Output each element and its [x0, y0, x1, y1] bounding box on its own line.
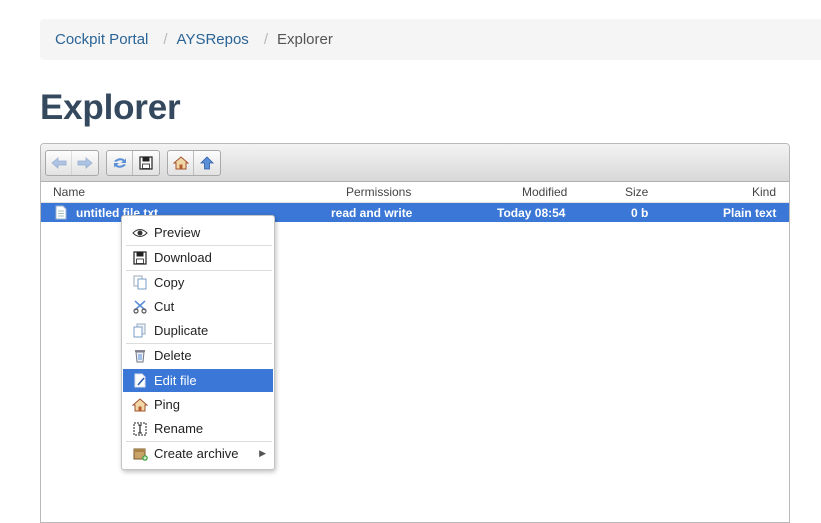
forward-button[interactable] — [72, 151, 98, 175]
column-header-size[interactable]: Size — [625, 185, 648, 199]
up-button[interactable] — [194, 151, 220, 175]
column-header-permissions[interactable]: Permissions — [346, 185, 411, 199]
breadcrumb: Cockpit Portal / AYSRepos / Explorer — [40, 19, 821, 60]
menu-item-label: Preview — [154, 225, 201, 240]
menu-item-label: Duplicate — [154, 323, 209, 338]
text-file-icon — [55, 205, 67, 220]
column-header-kind[interactable]: Kind — [752, 185, 776, 199]
menu-item-label: Delete — [154, 348, 192, 363]
menu-item-rename[interactable]: Rename — [123, 417, 273, 440]
menu-item-create-archive[interactable]: Create archive ▶ — [123, 442, 273, 465]
home-icon — [132, 397, 148, 413]
trash-icon — [132, 348, 148, 364]
home-icon — [172, 156, 189, 170]
menu-item-label: Edit file — [154, 373, 197, 388]
menu-item-label: Create archive — [154, 446, 239, 461]
menu-item-cut[interactable]: Cut — [123, 295, 273, 318]
explorer-toolbar — [41, 144, 789, 182]
archive-icon — [132, 446, 148, 462]
scissors-icon — [132, 299, 148, 315]
context-menu: Preview Download Copy Cut Duplicate Dele… — [121, 215, 275, 470]
forward-arrow-icon — [77, 157, 93, 169]
menu-item-download[interactable]: Download — [123, 246, 273, 269]
save-icon — [139, 156, 153, 170]
eye-icon — [132, 225, 148, 241]
save-button[interactable] — [133, 151, 159, 175]
file-modified: Today 08:54 — [497, 206, 566, 220]
breadcrumb-separator: / — [163, 31, 168, 48]
menu-item-copy[interactable]: Copy — [123, 271, 273, 294]
floppy-icon — [132, 250, 148, 266]
column-header-name[interactable]: Name — [53, 185, 85, 199]
menu-item-duplicate[interactable]: Duplicate — [123, 319, 273, 342]
reload-button[interactable] — [107, 151, 133, 175]
up-arrow-icon — [200, 156, 214, 170]
menu-item-label: Cut — [154, 299, 175, 314]
grid-header: Name Permissions Modified Size Kind — [41, 182, 789, 203]
menu-item-preview[interactable]: Preview — [123, 221, 273, 244]
breadcrumb-link-aysrepos[interactable]: AYSRepos — [177, 31, 249, 48]
file-permissions: read and write — [331, 206, 413, 220]
back-arrow-icon — [50, 157, 66, 169]
page-title: Explorer — [40, 88, 181, 127]
breadcrumb-current: Explorer — [276, 31, 333, 48]
breadcrumb-separator: / — [263, 31, 268, 48]
menu-item-delete[interactable]: Delete — [123, 344, 273, 367]
location-button-group — [167, 150, 221, 176]
breadcrumb-link-cockpit-portal[interactable]: Cockpit Portal — [55, 31, 148, 48]
home-button[interactable] — [168, 151, 194, 175]
duplicate-icon — [132, 323, 148, 339]
copy-icon — [132, 275, 148, 291]
menu-item-edit-file[interactable]: Edit file — [123, 369, 273, 392]
menu-item-label: Rename — [154, 421, 204, 436]
file-button-group — [106, 150, 160, 176]
edit-file-icon — [132, 373, 148, 389]
back-button[interactable] — [46, 151, 72, 175]
file-size: 0 b — [631, 206, 649, 220]
file-kind: Plain text — [723, 206, 777, 220]
menu-item-label: Download — [154, 250, 212, 265]
submenu-arrow-icon: ▶ — [259, 448, 266, 458]
menu-item-ping[interactable]: Ping — [123, 393, 273, 416]
column-header-modified[interactable]: Modified — [522, 185, 567, 199]
rename-icon — [132, 421, 148, 437]
reload-icon — [113, 158, 126, 168]
menu-item-label: Ping — [154, 397, 181, 412]
nav-button-group — [45, 150, 99, 176]
menu-item-label: Copy — [154, 275, 185, 290]
